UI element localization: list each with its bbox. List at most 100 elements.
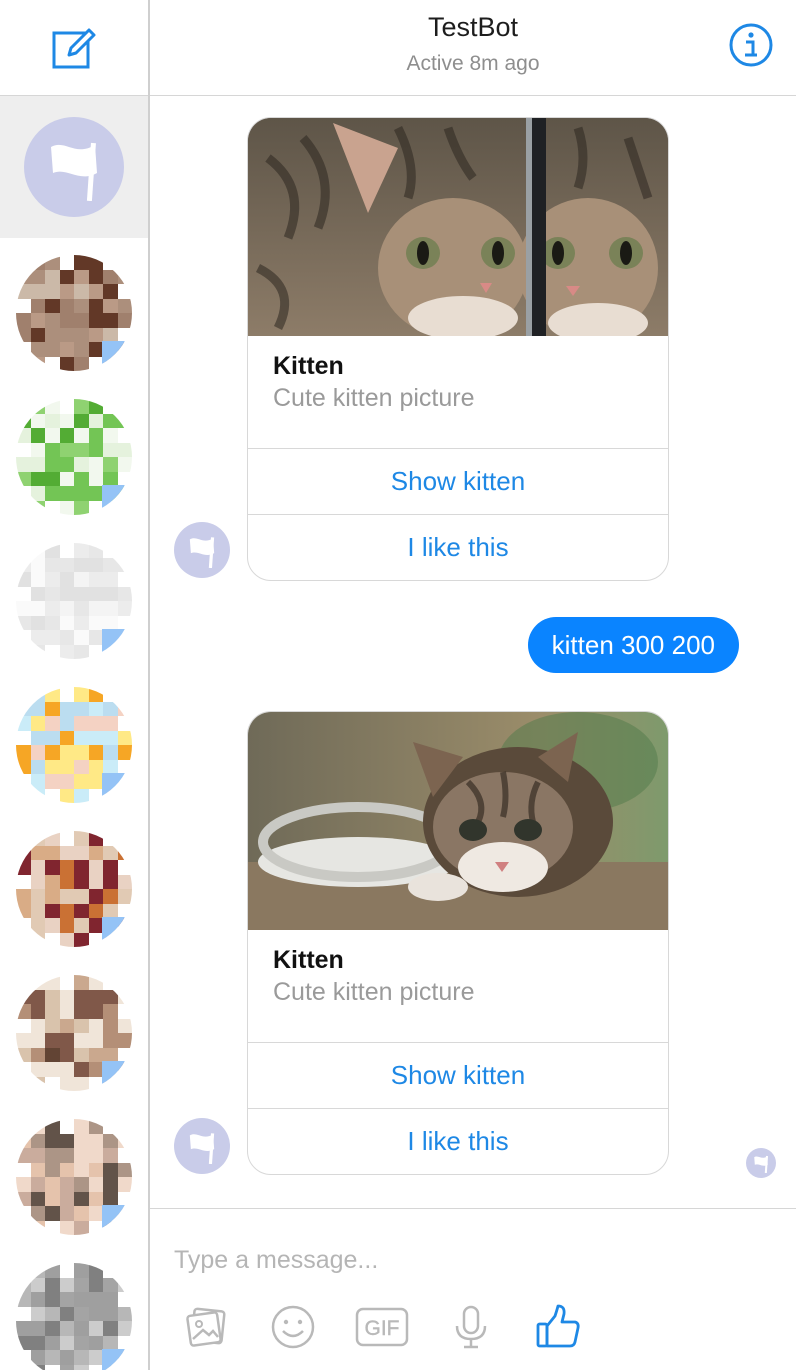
avatar-pixel bbox=[59, 1321, 74, 1336]
avatar-pixel bbox=[16, 730, 31, 745]
voice-button[interactable] bbox=[446, 1302, 496, 1352]
avatar-pixel bbox=[16, 557, 31, 572]
bot-avatar bbox=[24, 117, 124, 217]
avatar-badge bbox=[102, 773, 132, 803]
avatar-pixel bbox=[30, 428, 45, 443]
avatar-pixel bbox=[103, 730, 118, 745]
avatar-pixel bbox=[88, 788, 103, 803]
avatar-pixel bbox=[59, 932, 74, 947]
avatar-pixel bbox=[45, 543, 60, 558]
avatar-badge bbox=[102, 341, 132, 371]
avatar-pixel bbox=[74, 630, 89, 645]
conversation-item[interactable] bbox=[0, 1250, 148, 1370]
kitten-image[interactable] bbox=[248, 118, 668, 336]
avatar-pixel bbox=[117, 298, 132, 313]
like-button[interactable]: I like this bbox=[248, 1108, 668, 1174]
avatar-pixel bbox=[103, 557, 118, 572]
avatar-pixel bbox=[74, 572, 89, 587]
conversation-item[interactable] bbox=[0, 674, 148, 816]
avatar-pixel bbox=[103, 1162, 118, 1177]
avatar-pixel bbox=[45, 413, 60, 428]
avatar-pixel bbox=[117, 1133, 132, 1148]
avatar-pixel bbox=[88, 413, 103, 428]
avatar-pixel bbox=[45, 932, 60, 947]
avatar-pixel bbox=[45, 989, 60, 1004]
avatar-pixel bbox=[88, 284, 103, 299]
avatar-pixel bbox=[59, 1206, 74, 1221]
avatar-pixel bbox=[16, 774, 31, 789]
avatar-pixel bbox=[16, 831, 31, 846]
avatar-pixel bbox=[117, 889, 132, 904]
avatar-pixel bbox=[103, 399, 118, 414]
kitten-image[interactable] bbox=[248, 712, 668, 930]
avatar-pixel bbox=[74, 989, 89, 1004]
avatar-pixel bbox=[117, 831, 132, 846]
avatar-pixel bbox=[59, 1018, 74, 1033]
info-button[interactable] bbox=[728, 22, 774, 68]
card-subtitle: Cute kitten picture bbox=[273, 978, 475, 1006]
image-button[interactable] bbox=[182, 1302, 232, 1352]
emoji-button[interactable] bbox=[268, 1302, 318, 1352]
avatar-pixel bbox=[117, 471, 132, 486]
avatar-pixel bbox=[30, 745, 45, 760]
avatar-pixel bbox=[45, 1162, 60, 1177]
like-button[interactable]: I like this bbox=[248, 514, 668, 580]
avatar-pixel bbox=[30, 644, 45, 659]
avatar-pixel bbox=[45, 1076, 60, 1091]
avatar-pixel bbox=[88, 586, 103, 601]
avatar-pixel bbox=[16, 1047, 31, 1062]
avatar-pixel bbox=[59, 1177, 74, 1192]
avatar-pixel bbox=[74, 327, 89, 342]
avatar-pixel bbox=[30, 975, 45, 990]
gif-button[interactable]: GIF bbox=[354, 1302, 410, 1352]
avatar-pixel bbox=[74, 1162, 89, 1177]
show-kitten-button[interactable]: Show kitten bbox=[248, 449, 668, 514]
show-kitten-button[interactable]: Show kitten bbox=[248, 1043, 668, 1108]
avatar-badge bbox=[102, 1349, 132, 1370]
avatar-pixel bbox=[103, 284, 118, 299]
avatar-pixel bbox=[74, 557, 89, 572]
like-send-button[interactable] bbox=[533, 1302, 583, 1352]
avatar-pixel bbox=[88, 1133, 103, 1148]
avatar-pixel bbox=[88, 1350, 103, 1365]
avatar-pixel bbox=[45, 1350, 60, 1365]
avatar-pixel bbox=[45, 327, 60, 342]
avatar-pixel bbox=[45, 774, 60, 789]
conversation-item[interactable] bbox=[0, 818, 148, 960]
avatar-badge bbox=[102, 917, 132, 947]
avatar-pixel bbox=[59, 1335, 74, 1350]
avatar-pixel bbox=[16, 298, 31, 313]
avatar-pixel bbox=[59, 1004, 74, 1019]
avatar-pixel bbox=[74, 831, 89, 846]
avatar-pixel bbox=[45, 918, 60, 933]
pixelated-avatar bbox=[16, 975, 132, 1091]
avatar-pixel bbox=[30, 716, 45, 731]
conversation-item-testbot[interactable] bbox=[0, 96, 148, 238]
conversation-item[interactable] bbox=[0, 1106, 148, 1248]
avatar-pixel bbox=[45, 874, 60, 889]
conversation-item[interactable] bbox=[0, 242, 148, 384]
conversation-item[interactable] bbox=[0, 962, 148, 1104]
avatar-pixel bbox=[59, 1047, 74, 1062]
avatar-pixel bbox=[74, 644, 89, 659]
avatar-pixel bbox=[45, 255, 60, 270]
avatar-pixel bbox=[88, 1364, 103, 1370]
avatar-pixel bbox=[74, 1076, 89, 1091]
avatar-pixel bbox=[117, 716, 132, 731]
avatar-pixel bbox=[88, 313, 103, 328]
avatar-pixel bbox=[88, 716, 103, 731]
message-input[interactable] bbox=[172, 1239, 756, 1281]
chat-status: Active 8m ago bbox=[406, 52, 540, 75]
conversation-item[interactable] bbox=[0, 386, 148, 528]
compose-button[interactable] bbox=[0, 0, 148, 96]
avatar-pixel bbox=[59, 845, 74, 860]
conversation-item[interactable] bbox=[0, 530, 148, 672]
avatar-pixel bbox=[16, 442, 31, 457]
avatar-pixel bbox=[88, 845, 103, 860]
avatar-pixel bbox=[30, 471, 45, 486]
avatar-pixel bbox=[59, 557, 74, 572]
avatar-pixel bbox=[74, 1148, 89, 1163]
avatar-pixel bbox=[45, 1292, 60, 1307]
avatar-pixel bbox=[45, 284, 60, 299]
avatar-pixel bbox=[59, 860, 74, 875]
